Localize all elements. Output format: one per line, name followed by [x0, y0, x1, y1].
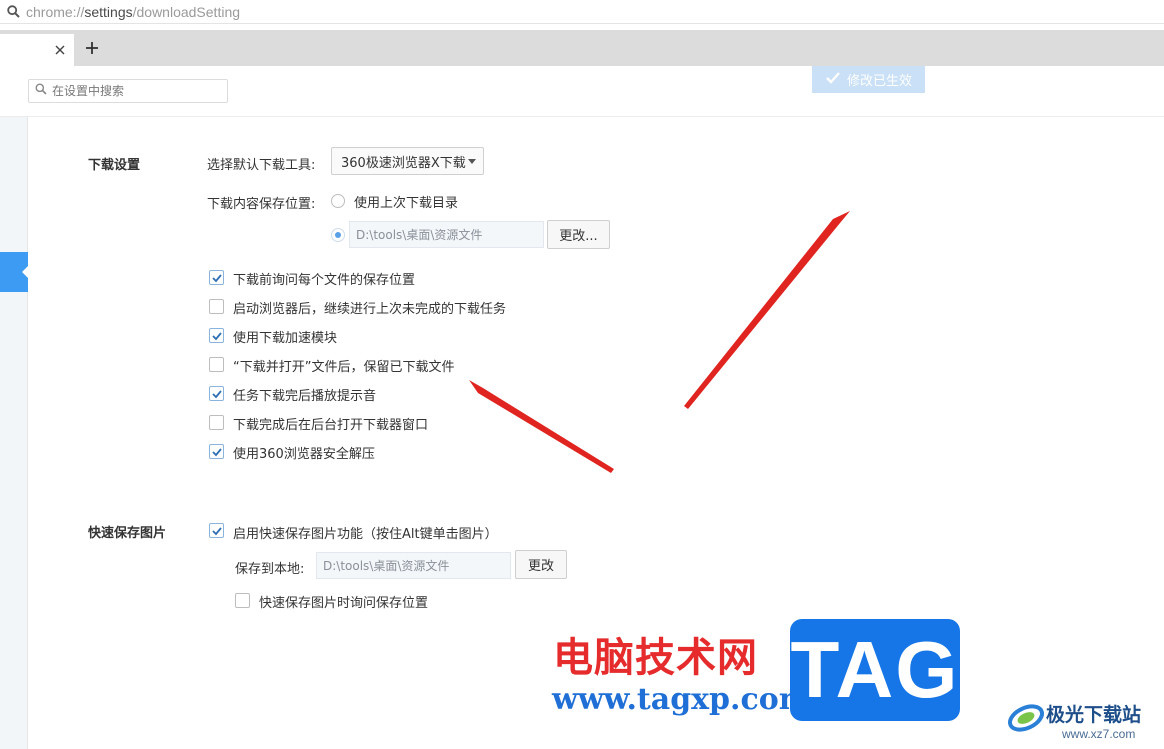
tab-strip — [0, 30, 1164, 66]
sidebar-active-indicator[interactable] — [0, 252, 28, 292]
download-option-checkbox[interactable] — [209, 299, 224, 314]
watermark-tag-logo: TAG — [790, 619, 960, 721]
aurora-logo-icon — [1008, 704, 1044, 732]
search-icon — [0, 5, 26, 18]
download-option-label[interactable]: 启动浏览器后，继续进行上次未完成的下载任务 — [233, 298, 506, 317]
download-option-label[interactable]: 使用360浏览器安全解压 — [233, 443, 375, 462]
url-main: settings — [84, 3, 133, 20]
download-settings-title: 下载设置 — [88, 158, 141, 173]
download-option-label[interactable]: 任务下载完后播放提示音 — [233, 385, 376, 404]
download-option-checkbox[interactable] — [209, 357, 224, 372]
url-text[interactable]: chrome://settings/downloadSetting — [26, 4, 240, 20]
check-icon — [825, 71, 841, 89]
radio-last-directory-label[interactable]: 使用上次下载目录 — [354, 192, 458, 211]
quick-save-ask-location-label[interactable]: 快速保存图片时询问保存位置 — [259, 592, 428, 611]
download-option-label[interactable]: “下载并打开”文件后，保留已下载文件 — [233, 356, 454, 375]
check-icon — [212, 274, 222, 283]
radio-last-directory[interactable] — [331, 194, 345, 208]
aurora-logo-url: www.xz7.com — [1062, 727, 1136, 741]
url-suffix: /downloadSetting — [132, 3, 241, 20]
watermark-cn-text: 电脑技术网 — [553, 635, 758, 681]
check-icon — [212, 390, 222, 399]
settings-search-input[interactable] — [52, 84, 212, 98]
image-save-path-field[interactable]: D:\tools\桌面\资源文件 — [316, 552, 511, 579]
watermark-url-text: www.tagxp.com — [552, 682, 811, 717]
check-icon — [212, 332, 222, 341]
change-image-path-button[interactable]: 更改 — [515, 550, 567, 579]
quick-save-enable-label[interactable]: 启用快速保存图片功能（按住Alt键单击图片） — [233, 523, 498, 542]
quick-save-title: 快速保存图片 — [88, 526, 167, 541]
default-tool-label: 选择默认下载工具: — [207, 158, 316, 173]
download-option-checkbox[interactable] — [209, 444, 224, 459]
download-option-label[interactable]: 使用下载加速模块 — [233, 327, 337, 346]
save-local-label: 保存到本地: — [235, 562, 305, 577]
quick-save-enable-checkbox[interactable] — [209, 523, 224, 538]
new-tab-plus-icon[interactable] — [82, 38, 102, 58]
settings-search-box[interactable] — [28, 79, 228, 103]
download-option-label[interactable]: 下载前询问每个文件的保存位置 — [233, 269, 415, 288]
chevron-down-icon — [468, 159, 476, 164]
aurora-logo-text: 极光下载站 — [1046, 704, 1142, 726]
download-option-checkbox[interactable] — [209, 415, 224, 430]
arrow-upper-right — [684, 211, 850, 409]
url-prefix: chrome:// — [26, 3, 85, 20]
tab-settings[interactable] — [0, 34, 74, 66]
check-icon — [212, 448, 222, 457]
default-tool-select[interactable]: 360极速浏览器X下载 — [331, 147, 484, 175]
save-location-label: 下载内容保存位置: — [207, 197, 316, 212]
download-option-checkbox[interactable] — [209, 270, 224, 285]
download-option-label[interactable]: 下载完成后在后台打开下载器窗口 — [233, 414, 428, 433]
download-option-checkbox[interactable] — [209, 328, 224, 343]
changes-applied-button[interactable]: 修改已生效 — [812, 66, 925, 93]
download-path-field[interactable]: D:\tools\桌面\资源文件 — [349, 221, 544, 248]
arrow-pointing-left — [469, 380, 614, 473]
change-path-button[interactable]: 更改... — [547, 220, 610, 249]
download-option-checkbox[interactable] — [209, 386, 224, 401]
settings-top-bar: 修改已生效 — [0, 66, 1164, 117]
address-bar[interactable]: chrome://settings/downloadSetting — [0, 0, 1164, 24]
settings-sidebar — [0, 117, 28, 749]
quick-save-ask-location-checkbox[interactable] — [235, 593, 250, 608]
radio-custom-directory[interactable] — [331, 228, 345, 242]
check-icon — [212, 527, 222, 536]
close-icon[interactable] — [52, 42, 68, 58]
changes-applied-label: 修改已生效 — [846, 74, 912, 89]
sidebar-notch — [22, 266, 28, 278]
search-icon — [35, 83, 47, 99]
default-tool-value: 360极速浏览器X下载 — [341, 155, 466, 171]
